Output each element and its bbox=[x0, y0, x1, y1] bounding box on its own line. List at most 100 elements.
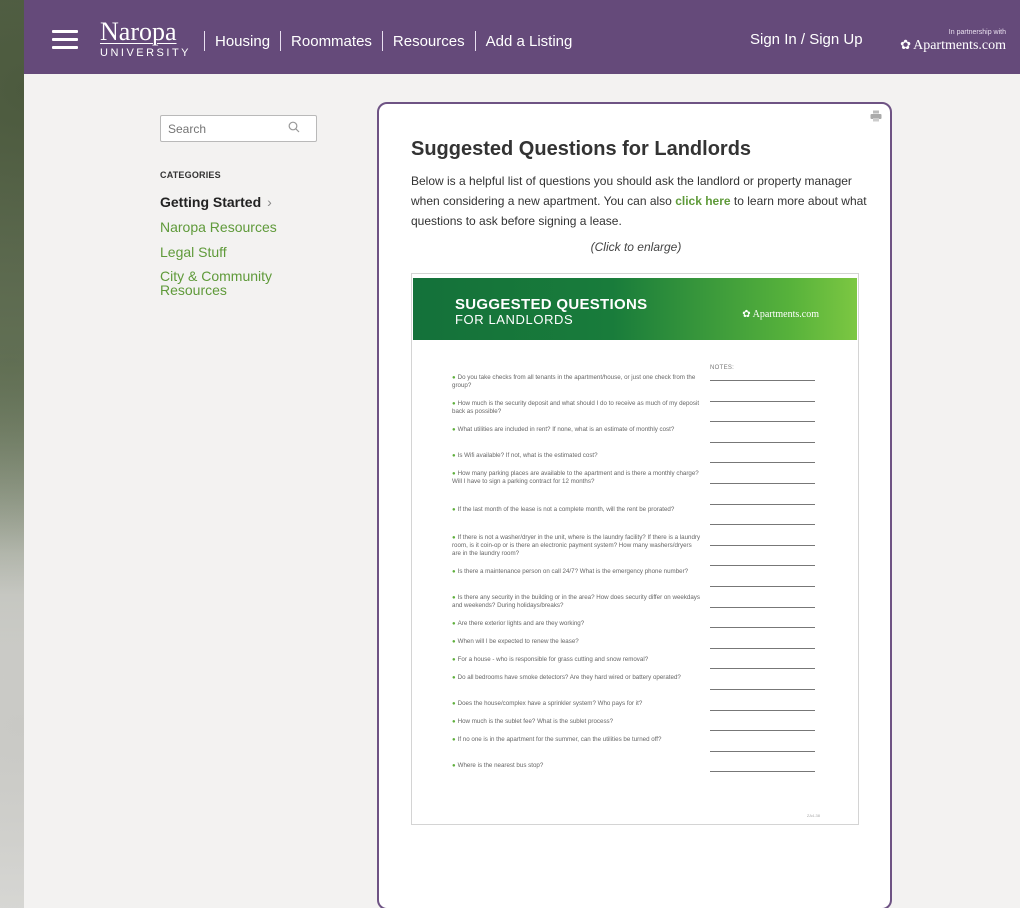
notes-line bbox=[710, 380, 815, 381]
notes-line bbox=[710, 483, 815, 484]
flyer-question: ● Is there any security in the building o… bbox=[452, 594, 702, 610]
flyer-brand: ✿ Apartments.com bbox=[742, 309, 819, 320]
flyer-question-text: If the last month of the lease is not a … bbox=[457, 506, 675, 513]
nav-add-listing[interactable]: Add a Listing bbox=[486, 33, 573, 50]
flyer-brand-text: Apartments.com bbox=[752, 309, 819, 320]
enlarge-caption: (Click to enlarge) bbox=[590, 240, 682, 254]
flyer-question: ● What utilities are included in rent? If… bbox=[452, 426, 702, 434]
flyer-question-text: How much is the security deposit and wha… bbox=[452, 400, 700, 416]
flyer-question-text: If no one is in the apartment for the su… bbox=[457, 736, 662, 743]
flyer-question-text: How much is the sublet fee? What is the … bbox=[457, 718, 614, 725]
nav-roommates[interactable]: Roommates bbox=[291, 33, 372, 50]
nav-housing[interactable]: Housing bbox=[215, 33, 270, 50]
notes-line bbox=[710, 401, 815, 402]
flyer-question: ● Is there a maintenance person on call 2… bbox=[452, 568, 702, 576]
notes-line bbox=[710, 689, 815, 690]
logo-name: Naropa bbox=[100, 17, 177, 46]
flyer-question-text: Do all bedrooms have smoke detectors? Ar… bbox=[457, 674, 681, 681]
nav-divider bbox=[204, 31, 205, 51]
bullet-icon: ● bbox=[452, 453, 456, 459]
flyer-title: SUGGESTED QUESTIONS bbox=[455, 296, 648, 313]
flyer-question-text: Where is the nearest bus stop? bbox=[457, 762, 544, 769]
search-box bbox=[160, 115, 317, 142]
flyer-question: ● How much is the sublet fee? What is the… bbox=[452, 718, 702, 726]
category-getting-started[interactable]: Getting Started › bbox=[160, 195, 272, 209]
partner-caption: In partnership with bbox=[948, 29, 1006, 36]
apartments-partner-logo[interactable]: In partnership with ✿ Apartments.com bbox=[886, 29, 1006, 54]
category-naropa-resources[interactable]: Naropa Resources bbox=[160, 220, 277, 234]
bullet-icon: ● bbox=[452, 427, 456, 433]
notes-line bbox=[710, 710, 815, 711]
bullet-icon: ● bbox=[452, 675, 456, 681]
flyer-banner: SUGGESTED QUESTIONS FOR LANDLORDS ✿ Apar… bbox=[413, 278, 857, 340]
top-navigation-bar: Naropa UNIVERSITY Housing Roommates Reso… bbox=[24, 0, 1020, 74]
bullet-icon: ● bbox=[452, 719, 456, 725]
flyer-question: ● Are there exterior lights and are they … bbox=[452, 620, 702, 628]
logo-subtitle: UNIVERSITY bbox=[100, 47, 192, 59]
nav-resources[interactable]: Resources bbox=[393, 33, 465, 50]
notes-label: NOTES: bbox=[710, 365, 735, 371]
sign-in-link[interactable]: Sign In / Sign Up bbox=[750, 31, 863, 48]
flyer-question-text: Is Wifi available? If not, what is the e… bbox=[457, 452, 598, 459]
flyer-question-text: What utilities are included in rent? If … bbox=[457, 426, 675, 433]
notes-line bbox=[710, 504, 815, 505]
flyer-question: ● Is Wifi available? If not, what is the … bbox=[452, 452, 702, 460]
bullet-icon: ● bbox=[452, 471, 456, 477]
naropa-logo[interactable]: Naropa UNIVERSITY bbox=[100, 17, 192, 60]
search-input[interactable] bbox=[161, 116, 281, 141]
categories-heading: CATEGORIES bbox=[160, 170, 221, 180]
partner-brand: ✿ Apartments.com bbox=[900, 37, 1006, 54]
flyer-question: ● How much is the security deposit and wh… bbox=[452, 400, 702, 416]
flyer-question: ● If the last month of the lease is not a… bbox=[452, 506, 702, 514]
flyer-question: ● How many parking places are available t… bbox=[452, 470, 702, 486]
flyer-question: ● For a house - who is responsible for gr… bbox=[452, 656, 702, 664]
flyer-question: ● Do you take checks from all tenants in … bbox=[452, 374, 702, 390]
partner-brand-text: Apartments.com bbox=[913, 38, 1006, 53]
notes-line bbox=[710, 586, 815, 587]
article-card: Suggested Questions for Landlords Below … bbox=[377, 102, 892, 908]
bullet-icon: ● bbox=[452, 595, 456, 601]
page-title: Suggested Questions for Landlords bbox=[411, 138, 752, 160]
flyer-question: ● When will I be expected to renew the le… bbox=[452, 638, 702, 646]
bullet-icon: ● bbox=[452, 639, 456, 645]
nav-divider bbox=[280, 31, 282, 51]
nav-divider bbox=[474, 31, 476, 51]
chevron-right-icon: › bbox=[267, 194, 272, 210]
flyer-question: ● If no one is in the apartment for the s… bbox=[452, 736, 702, 744]
notes-line bbox=[710, 442, 815, 443]
pinwheel-icon: ✿ bbox=[742, 309, 753, 320]
flyer-subtitle: FOR LANDLORDS bbox=[455, 312, 574, 327]
bullet-icon: ● bbox=[452, 737, 456, 743]
questions-flyer-image[interactable]: SUGGESTED QUESTIONS FOR LANDLORDS ✿ Apar… bbox=[411, 273, 859, 825]
bullet-icon: ● bbox=[452, 621, 456, 627]
flyer-question: ● Do all bedrooms have smoke detectors? A… bbox=[452, 674, 702, 682]
notes-line bbox=[710, 771, 815, 772]
flyer-question-text: Do you take checks from all tenants in t… bbox=[452, 374, 696, 390]
notes-line bbox=[710, 462, 815, 463]
bullet-icon: ● bbox=[452, 657, 456, 663]
intro-paragraph: Below is a helpful list of questions you… bbox=[411, 171, 871, 231]
flyer-question-text: If there is not a washer/dryer in the un… bbox=[452, 534, 701, 557]
notes-line bbox=[710, 751, 815, 752]
bullet-icon: ● bbox=[452, 507, 456, 513]
notes-line bbox=[710, 607, 815, 608]
category-label: Getting Started bbox=[160, 194, 262, 210]
flyer-question-text: How many parking places are available to… bbox=[452, 470, 699, 486]
notes-line bbox=[710, 668, 815, 669]
nav-divider bbox=[381, 31, 383, 51]
category-legal-stuff[interactable]: Legal Stuff bbox=[160, 245, 227, 259]
search-icon[interactable] bbox=[288, 121, 300, 133]
notes-line bbox=[710, 565, 815, 566]
flyer-footer-code: ZA4-38 bbox=[806, 813, 820, 818]
print-icon[interactable] bbox=[870, 110, 882, 122]
flyer-question-text: Is there any security in the building or… bbox=[452, 594, 700, 610]
menu-icon[interactable] bbox=[52, 30, 78, 50]
flyer-question: ● If there is not a washer/dryer in the u… bbox=[452, 534, 702, 557]
flyer-question: ● Does the house/complex have a sprinkler… bbox=[452, 700, 702, 708]
flyer-question-text: Does the house/complex have a sprinkler … bbox=[457, 700, 643, 707]
category-city-community-resources[interactable]: City & Community Resources bbox=[160, 269, 290, 297]
notes-line bbox=[710, 627, 815, 628]
flyer-question-text: When will I be expected to renew the lea… bbox=[457, 638, 579, 645]
click-here-link[interactable]: click here bbox=[675, 194, 730, 208]
bullet-icon: ● bbox=[452, 763, 456, 769]
